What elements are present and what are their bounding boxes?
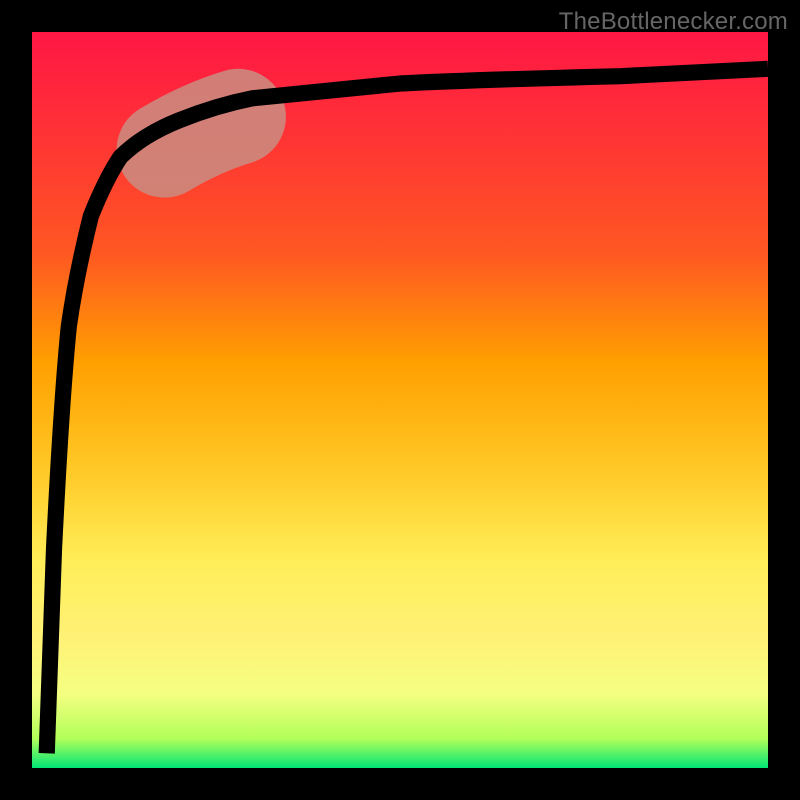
watermark-text: TheBottlenecker.com bbox=[559, 8, 788, 36]
plot-area bbox=[32, 32, 768, 768]
chart-frame: TheBottlenecker.com bbox=[0, 0, 800, 800]
chart-svg bbox=[32, 32, 768, 768]
